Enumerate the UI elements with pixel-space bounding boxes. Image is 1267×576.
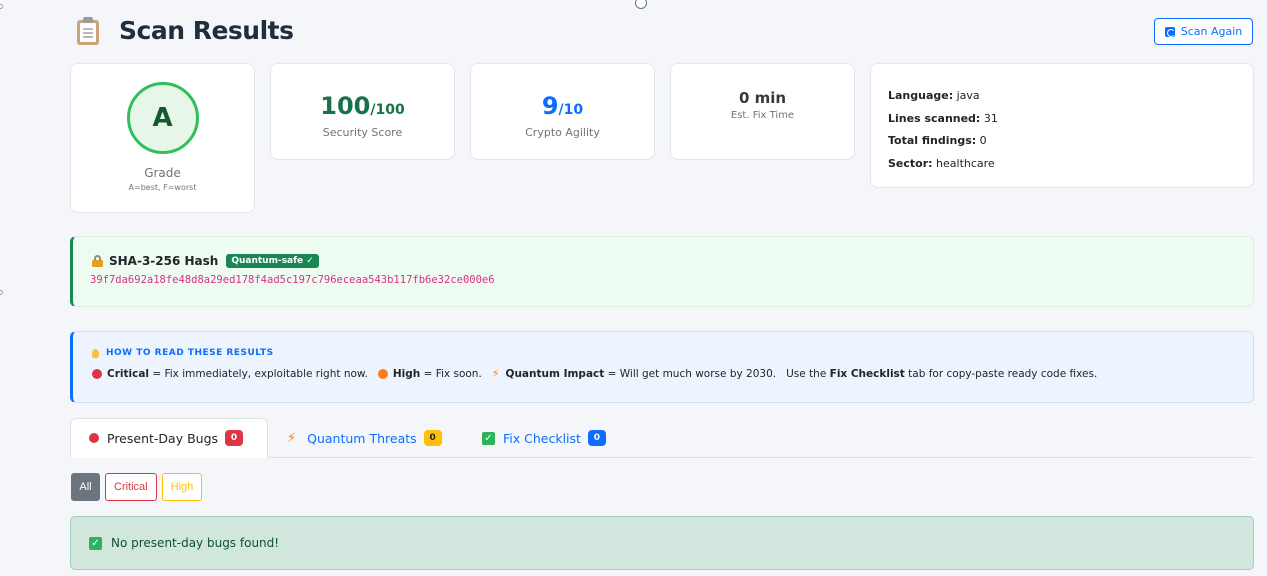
- tab-quantum-threats[interactable]: ⚡ Quantum Threats 0: [287, 418, 442, 458]
- crypto-agility-label: Crypto Agility: [525, 126, 600, 139]
- filter-all-button[interactable]: All: [71, 473, 100, 501]
- lines-scanned-row: Lines scanned: 31: [888, 111, 998, 125]
- security-score-value: 100/100: [320, 92, 405, 120]
- lightbulb-icon: [92, 348, 99, 358]
- lightning-icon: ⚡: [287, 430, 297, 446]
- page-title: Scan Results: [119, 16, 294, 45]
- filter-critical-button[interactable]: Critical: [105, 473, 157, 501]
- fix-time-value: 0 min: [738, 89, 787, 107]
- lock-icon: [92, 255, 103, 267]
- critical-dot-icon: [89, 433, 99, 443]
- lightning-icon: ⚡: [491, 367, 500, 380]
- tab-present-day-bugs[interactable]: Present-Day Bugs 0: [70, 418, 268, 458]
- sector-row: Sector: healthcare: [888, 156, 995, 170]
- filter-high-button[interactable]: High: [161, 473, 203, 501]
- count-badge: 0: [587, 430, 606, 446]
- critical-dot-icon: [92, 368, 102, 379]
- scan-again-button[interactable]: Scan Again: [1154, 18, 1253, 45]
- checkbox-icon: ✓: [482, 431, 495, 445]
- quantum-safe-badge: Quantum-safe ✓: [226, 254, 319, 268]
- hash-title: SHA-3-256 Hash: [109, 254, 219, 268]
- crypto-agility-card: 9/10 Crypto Agility: [470, 63, 655, 160]
- crypto-agility-value: 9/10: [541, 92, 584, 120]
- results-tabs: Present-Day Bugs 0 ⚡ Quantum Threats 0 ✓…: [70, 418, 1254, 458]
- count-badge: 0: [225, 430, 244, 446]
- empty-state-message: No present-day bugs found!: [111, 536, 280, 550]
- fix-time-label: Est. Fix Time: [730, 110, 795, 121]
- how-to-read-card: HOW TO READ THESE RESULTS Critical = Fix…: [70, 331, 1254, 403]
- how-to-read-legend: Critical = Fix immediately, exploitable …: [92, 367, 1253, 380]
- how-to-read-title: HOW TO READ THESE RESULTS: [92, 348, 1253, 358]
- grade-card: A Grade A=best, F=worst: [70, 63, 255, 213]
- grade-badge: A: [126, 82, 199, 154]
- page-header: Scan Results: [77, 16, 294, 45]
- checkbox-icon: ✓: [89, 536, 102, 550]
- clipboard-icon: [77, 16, 99, 45]
- edge-marker: [0, 4, 3, 9]
- high-dot-icon: [377, 368, 388, 379]
- scan-info-card: Language: java Lines scanned: 31 Total f…: [870, 63, 1254, 188]
- cursor-indicator: [635, 0, 647, 9]
- language-row: Language: java: [888, 89, 980, 102]
- security-score-card: 100/100 Security Score: [270, 63, 455, 160]
- refresh-icon: [1164, 26, 1175, 37]
- total-findings-row: Total findings: 0: [888, 134, 987, 147]
- grade-legend: A=best, F=worst: [128, 183, 197, 192]
- count-badge: 0: [423, 430, 442, 446]
- empty-state-alert: ✓ No present-day bugs found!: [70, 516, 1254, 570]
- security-score-label: Security Score: [322, 126, 403, 139]
- severity-filters: All Critical High: [71, 473, 203, 501]
- hash-value[interactable]: 39f7da692a18fe48d8a29ed178f4ad5c197c796e…: [90, 274, 1253, 286]
- scan-again-label: Scan Again: [1180, 25, 1243, 38]
- hash-title-row: SHA-3-256 Hash Quantum-safe ✓: [92, 254, 1253, 268]
- hash-card: SHA-3-256 Hash Quantum-safe ✓ 39f7da692a…: [70, 236, 1254, 307]
- edge-marker: [0, 290, 3, 295]
- tab-fix-checklist[interactable]: ✓ Fix Checklist 0: [482, 418, 606, 458]
- fix-time-card: 0 min Est. Fix Time: [670, 63, 855, 160]
- grade-label: Grade: [144, 166, 181, 180]
